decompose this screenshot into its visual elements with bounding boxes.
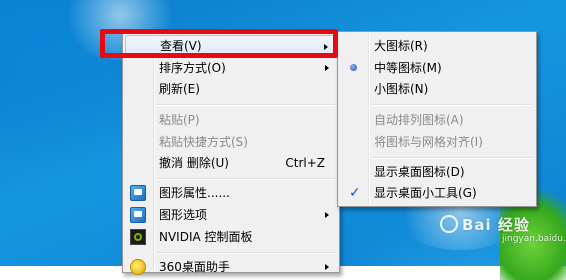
- nvidia-icon: [130, 229, 146, 245]
- menu-separator: [156, 104, 336, 106]
- menu-item-sort-by[interactable]: 排序方式(O): [125, 57, 337, 79]
- menu-separator: [371, 157, 533, 159]
- menu-item-label: 撤消 删除(U): [159, 156, 229, 170]
- menu-item-label: 刷新(E): [159, 82, 200, 96]
- menu-item-label: 图形选项: [159, 208, 208, 222]
- menu-item-paste-shortcut[interactable]: 粘贴快捷方式(S): [125, 131, 337, 153]
- menu-item-nvidia-control-panel[interactable]: NVIDIA 控制面板: [125, 226, 337, 248]
- submenu-arrow-icon: [325, 65, 329, 71]
- radio-selected-icon: [350, 64, 357, 71]
- checkmark-icon: ✓: [349, 185, 361, 201]
- menu-item-label: 360桌面助手: [159, 260, 230, 274]
- menu-item-360-desktop-assistant[interactable]: 360桌面助手: [125, 256, 337, 278]
- submenu-item-large-icons[interactable]: 大图标(R): [340, 35, 534, 57]
- menu-item-label: NVIDIA 控制面板: [159, 230, 253, 244]
- menu-item-label: 图形属性......: [159, 186, 230, 200]
- menu-item-label: 显示桌面小工具(G): [374, 186, 477, 200]
- menu-item-label: 大图标(R): [374, 39, 428, 53]
- submenu-arrow-icon: [325, 212, 329, 218]
- submenu-arrow-icon: [325, 264, 329, 270]
- submenu-item-align-to-grid[interactable]: 将图标与网格对齐(I): [340, 131, 534, 153]
- menu-item-label: 小图标(N): [374, 82, 429, 96]
- submenu-item-auto-arrange[interactable]: 自动排列图标(A): [340, 109, 534, 131]
- menu-item-refresh[interactable]: 刷新(E): [125, 78, 337, 100]
- menu-item-label: 将图标与网格对齐(I): [374, 135, 483, 149]
- desktop-context-menu: 查看(V) 排序方式(O) 刷新(E) 粘贴(P) 粘贴快捷方式(S) 撤消 删…: [122, 31, 340, 275]
- baidu-jingyan-watermark: Bai 经验 jingyan.baidu.com: [440, 214, 566, 244]
- menu-item-graphics-options[interactable]: 图形选项: [125, 204, 337, 226]
- highlight-annotation-box: [100, 29, 338, 58]
- submenu-item-show-desktop-gadgets[interactable]: ✓ 显示桌面小工具(G): [340, 182, 534, 204]
- submenu-item-small-icons[interactable]: 小图标(N): [340, 78, 534, 100]
- menu-item-label: 自动排列图标(A): [374, 113, 464, 127]
- menu-item-paste[interactable]: 粘贴(P): [125, 109, 337, 131]
- graphics-options-icon: [130, 207, 146, 223]
- menu-item-label: 排序方式(O): [159, 61, 226, 75]
- watermark-subtext: jingyan.baidu.com: [502, 234, 566, 244]
- submenu-item-medium-icons[interactable]: 中等图标(M): [340, 57, 534, 79]
- graphics-properties-icon: [130, 185, 146, 201]
- menu-separator: [156, 252, 336, 254]
- menu-item-label: 显示桌面图标(D): [374, 165, 465, 179]
- 360-icon: [130, 259, 146, 275]
- watermark-text: Bai 经验: [462, 216, 530, 234]
- menu-item-graphics-properties[interactable]: 图形属性......: [125, 182, 337, 204]
- menu-item-label: 粘贴(P): [159, 113, 200, 127]
- menu-item-label: 粘贴快捷方式(S): [159, 135, 248, 149]
- paw-logo-icon: [440, 215, 458, 233]
- menu-item-undo-delete[interactable]: 撤消 删除(U) Ctrl+Z: [125, 152, 337, 174]
- menu-item-shortcut: Ctrl+Z: [285, 156, 325, 170]
- menu-item-label: 中等图标(M): [374, 61, 442, 75]
- menu-separator: [371, 104, 533, 106]
- view-submenu: 大图标(R) 中等图标(M) 小图标(N) 自动排列图标(A) 将图标与网格对齐…: [337, 31, 537, 207]
- menu-separator: [156, 178, 336, 180]
- submenu-item-show-desktop-icons[interactable]: 显示桌面图标(D): [340, 161, 534, 183]
